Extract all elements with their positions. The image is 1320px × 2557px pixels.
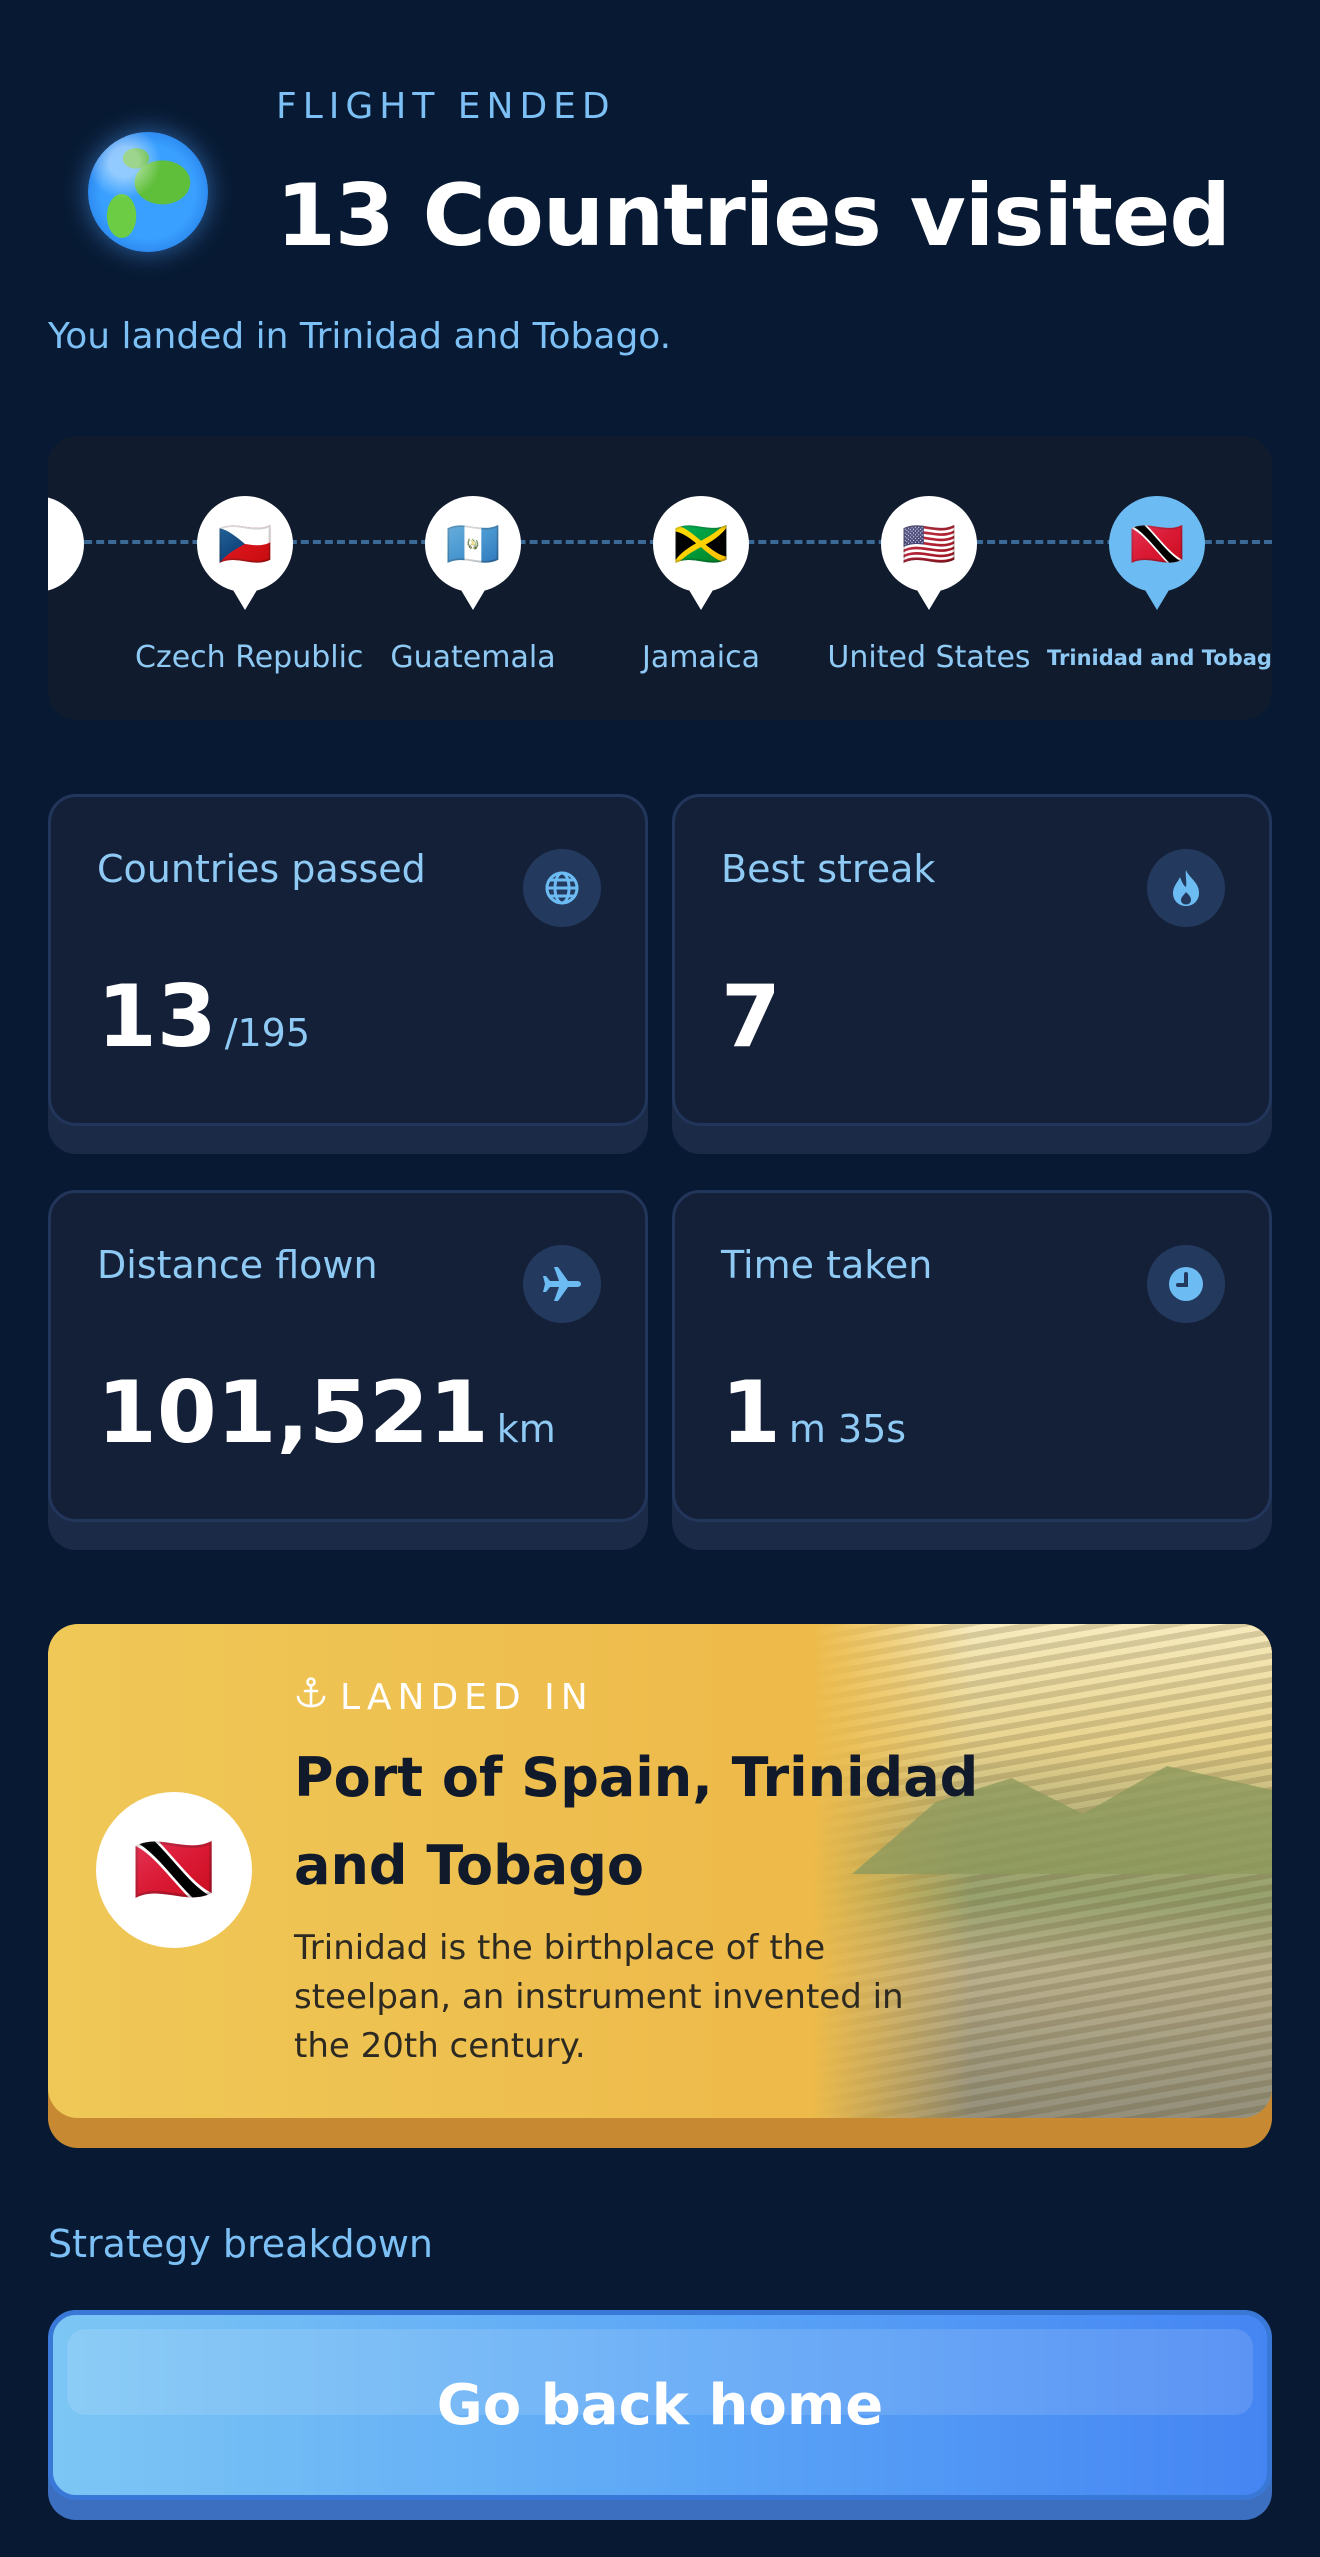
stat-value: 13/195 [97,967,311,1067]
route-timeline[interactable]: 🇨🇿 Czech Republic 🇬🇹 Guatemala 🇯🇲 Jamaic… [48,436,1272,720]
clock-icon [1147,1245,1225,1323]
landed-place-name: Port of Spain, Trinidad and Tobago [294,1746,979,1897]
stat-unit: km [496,1407,556,1451]
landed-in-kicker: LANDED IN [294,1676,594,1719]
flight-ended-label: FLIGHT ENDED [276,86,616,127]
stat-label: Countries passed [97,847,426,891]
go-back-home-label: Go back home [436,2372,884,2438]
country-pin-jamaica: 🇯🇲 [653,496,749,616]
country-pin-czech-republic: 🇨🇿 [197,496,293,616]
country-label-czech-republic: Czech Republic [135,640,364,675]
landed-in-label: LANDED IN [340,1677,594,1718]
previous-country-pin [48,496,84,616]
country-label-guatemala: Guatemala [390,640,556,675]
airplane-icon [523,1245,601,1323]
country-pin-guatemala: 🇬🇹 [425,496,521,616]
stat-label: Time taken [721,1243,933,1287]
country-label-united-states: United States [827,640,1031,675]
trinidad-flag-icon: 🇹🇹 [1109,496,1205,592]
czech-flag-icon: 🇨🇿 [197,496,293,592]
trinidad-flag-icon: 🇹🇹 [96,1792,252,1948]
page-title: 13 Countries visited [276,166,1231,266]
strategy-breakdown-link[interactable]: Strategy breakdown [48,2222,433,2266]
united-states-flag-icon: 🇺🇸 [881,496,977,592]
stat-card-streak: Best streak 7 [672,794,1272,1154]
anchor-icon [294,1676,328,1719]
stat-value: 101,521 km [97,1363,556,1463]
stat-value: 1m 35s [721,1363,907,1463]
country-label-jamaica: Jamaica [641,640,761,675]
landed-subtitle: You landed in Trinidad and Tobago. [48,316,672,357]
globe-icon [523,849,601,927]
country-label-trinidad-and-tobago: Trinidad and Tobago [1047,646,1272,670]
stat-unit: m 35s [788,1407,907,1451]
flame-icon [1147,849,1225,927]
stat-card-time: Time taken 1m 35s [672,1190,1272,1550]
country-pin-united-states: 🇺🇸 [881,496,977,616]
stat-card-distance: Distance flown 101,521 km [48,1190,648,1550]
guatemala-flag-icon: 🇬🇹 [425,496,521,592]
country-pin-trinidad-and-tobago: 🇹🇹 [1109,496,1205,616]
landed-fun-fact: Trinidad is the birthplace of the steelp… [294,1928,904,2066]
stat-unit: /195 [224,1011,311,1055]
landed-in-card: 🇹🇹 LANDED IN Port of Spain, Trinidad and… [48,1624,1272,2148]
go-back-home-button[interactable]: Go back home [48,2310,1272,2520]
stat-value: 7 [721,967,781,1067]
stat-label: Distance flown [97,1243,378,1287]
jamaica-flag-icon: 🇯🇲 [653,496,749,592]
stat-label: Best streak [721,847,936,891]
earth-globe-icon [88,132,208,252]
stat-card-countries: Countries passed 13/195 [48,794,648,1154]
